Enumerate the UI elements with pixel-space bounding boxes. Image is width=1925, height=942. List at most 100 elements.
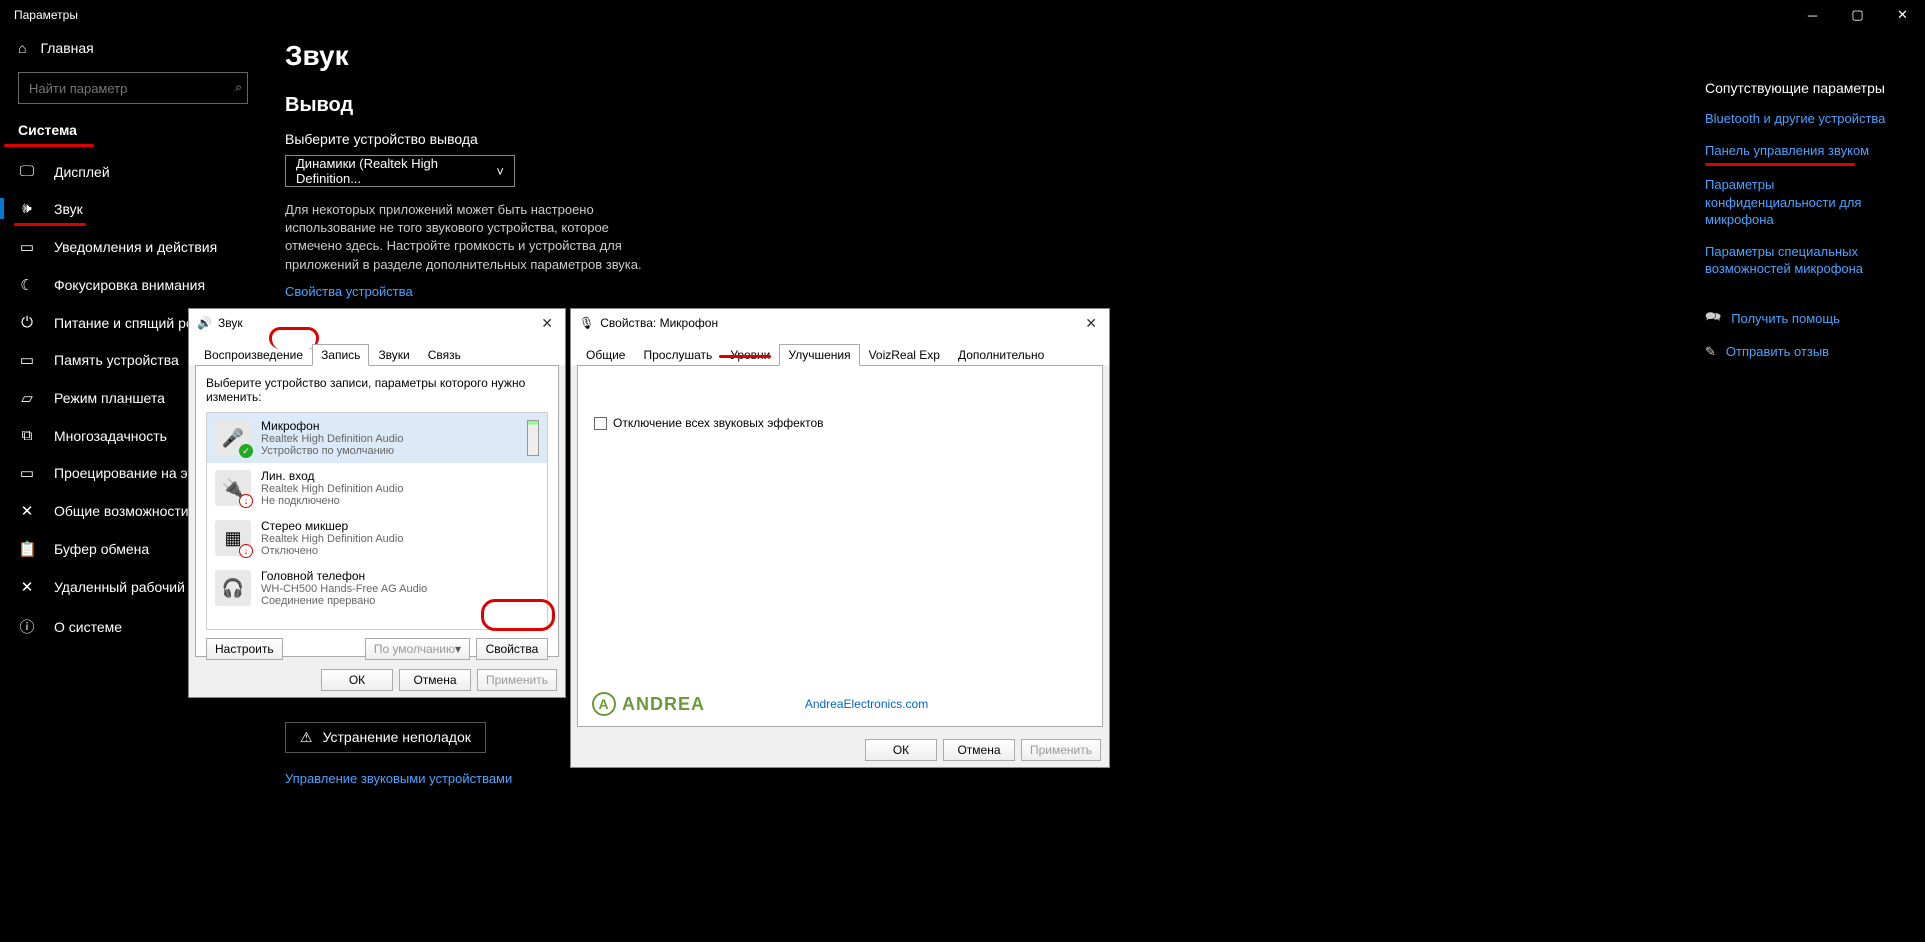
device-properties-link[interactable]: Свойства устройства	[285, 284, 413, 299]
close-button[interactable]: ✕	[1880, 0, 1925, 30]
annotation-underline	[4, 144, 94, 147]
related-link-sound-panel[interactable]: Панель управления звуком	[1705, 142, 1905, 160]
sound-dialog-title: Звук	[218, 316, 243, 330]
stereo-mix-icon: ▦↓	[215, 520, 251, 556]
mic-dialog-close[interactable]: ✕	[1081, 315, 1101, 332]
tab-voizreal[interactable]: VoizReal Exp	[860, 344, 949, 366]
sidebar-item-focus[interactable]: ☾Фокусировка внимания	[0, 266, 268, 304]
line-in-icon: 🔌↓	[215, 470, 251, 506]
tab-communications[interactable]: Связь	[419, 344, 470, 366]
maximize-button[interactable]: ▢	[1835, 0, 1880, 30]
search-input[interactable]	[18, 72, 248, 104]
set-default-button[interactable]: По умолчанию	[365, 638, 470, 660]
multitask-icon: ⧉	[18, 427, 36, 444]
help-icon: 🗪	[1705, 308, 1721, 330]
apply-button[interactable]: Применить	[477, 669, 557, 691]
mic-dialog-tabs: Общие Прослушать Уровни Улучшения VoizRe…	[571, 337, 1109, 365]
disable-effects-checkbox[interactable]	[594, 417, 607, 430]
storage-icon: ▭	[18, 351, 36, 369]
sound-dialog-close[interactable]: ✕	[537, 315, 557, 332]
get-help-link[interactable]: 🗪Получить помощь	[1705, 308, 1905, 330]
chevron-down-icon: ˅	[496, 164, 504, 179]
mic-dialog-panel: Отключение всех звуковых эффектов AANDRE…	[577, 365, 1103, 727]
titlebar: Параметры ─ ▢ ✕	[0, 0, 1925, 30]
related-link-bluetooth[interactable]: Bluetooth и другие устройства	[1705, 110, 1905, 128]
sidebar-item-sound[interactable]: 🕪Звук	[0, 190, 268, 227]
disable-effects-row[interactable]: Отключение всех звуковых эффектов	[594, 416, 1092, 430]
device-stereo-mix[interactable]: ▦↓ Стерео микшерRealtek High Definition …	[207, 513, 547, 563]
recording-device-list: 🎤✓ МикрофонRealtek High Definition Audio…	[206, 412, 548, 630]
device-line-in[interactable]: 🔌↓ Лин. входRealtek High Definition Audi…	[207, 463, 547, 513]
sound-dialog-titlebar[interactable]: 🔊 Звук ✕	[189, 309, 565, 337]
speaker-icon: 🔊	[197, 316, 212, 330]
warning-icon: ⚠	[300, 729, 313, 746]
home-link[interactable]: ⌂ Главная	[0, 30, 268, 66]
window-controls: ─ ▢ ✕	[1790, 0, 1925, 30]
related-panel: Сопутствующие параметры Bluetooth и друг…	[1705, 80, 1905, 360]
mic-dialog-buttons: ОК Отмена Применить	[571, 733, 1109, 767]
tab-advanced[interactable]: Дополнительно	[949, 344, 1053, 366]
sound-dialog: 🔊 Звук ✕ Воспроизведение Запись Звуки Свя…	[188, 308, 566, 698]
output-device-selected: Динамики (Realtek High Definition...	[296, 156, 496, 186]
tab-general[interactable]: Общие	[577, 344, 634, 366]
page-title: Звук	[285, 40, 1185, 72]
disable-effects-label: Отключение всех звуковых эффектов	[613, 416, 824, 430]
properties-button[interactable]: Свойства	[476, 638, 548, 660]
ok-button[interactable]: ОК	[321, 669, 393, 691]
about-icon: ⓘ	[18, 616, 36, 637]
feedback-link[interactable]: ✎Отправить отзыв	[1705, 344, 1905, 360]
cancel-button[interactable]: Отмена	[399, 669, 471, 691]
home-icon: ⌂	[18, 40, 26, 56]
output-description: Для некоторых приложений может быть наст…	[285, 201, 665, 274]
projection-icon: ▭	[18, 464, 36, 482]
output-device-dropdown[interactable]: Динамики (Realtek High Definition... ˅	[285, 155, 515, 187]
microphone-icon: 🎙	[579, 316, 594, 330]
configure-button[interactable]: Настроить	[206, 638, 283, 660]
annotation-underline	[1705, 163, 1855, 166]
apply-button[interactable]: Применить	[1021, 739, 1101, 761]
manage-devices-link[interactable]: Управление звуковыми устройствами	[285, 771, 512, 786]
annotation-underline	[719, 355, 771, 358]
feedback-icon: ✎	[1705, 344, 1716, 360]
device-microphone[interactable]: 🎤✓ МикрофонRealtek High Definition Audio…	[207, 413, 547, 463]
home-label: Главная	[40, 40, 93, 56]
tab-enhancements[interactable]: Улучшения	[779, 344, 859, 366]
window-title: Параметры	[14, 8, 78, 22]
mic-dialog-title: Свойства: Микрофон	[600, 316, 718, 330]
minimize-button[interactable]: ─	[1790, 0, 1835, 30]
output-device-label: Выберите устройство вывода	[285, 131, 1185, 147]
andrea-link[interactable]: AndreaElectronics.com	[805, 697, 928, 711]
related-link-mic-privacy[interactable]: Параметры конфиденциальности для микрофо…	[1705, 176, 1905, 229]
tab-listen[interactable]: Прослушать	[634, 344, 721, 366]
search-icon: ⌕	[235, 80, 242, 95]
power-icon: ⏻	[18, 314, 36, 331]
sound-dialog-tabs: Воспроизведение Запись Звуки Связь	[189, 337, 565, 365]
cancel-button[interactable]: Отмена	[943, 739, 1015, 761]
notifications-icon: ▭	[18, 238, 36, 256]
sound-dialog-buttons: ОК Отмена Применить	[189, 663, 565, 697]
related-link-mic-access[interactable]: Параметры специальных возможностей микро…	[1705, 243, 1905, 278]
related-heading: Сопутствующие параметры	[1705, 80, 1905, 96]
output-heading: Вывод	[285, 94, 1185, 117]
ok-button[interactable]: ОК	[865, 739, 937, 761]
sound-icon: 🕪	[18, 200, 36, 217]
tablet-icon: ▱	[18, 389, 36, 407]
tab-sounds[interactable]: Звуки	[369, 344, 418, 366]
remote-icon: ✕	[18, 578, 36, 596]
sidebar-item-notifications[interactable]: ▭Уведомления и действия	[0, 228, 268, 266]
headset-icon: 🎧	[215, 570, 251, 606]
microphone-icon: 🎤✓	[215, 420, 251, 456]
shared-icon: ✕	[18, 502, 36, 520]
tab-recording[interactable]: Запись	[312, 344, 369, 366]
mic-dialog-titlebar[interactable]: 🎙 Свойства: Микрофон ✕	[571, 309, 1109, 337]
annotation-circle	[481, 599, 555, 631]
troubleshoot-button[interactable]: ⚠ Устранение неполадок	[285, 722, 486, 753]
andrea-logo: AANDREA	[592, 692, 705, 716]
sidebar-item-display[interactable]: 🖵Дисплей	[0, 153, 268, 190]
display-icon: 🖵	[18, 163, 36, 180]
recording-instructions: Выберите устройство записи, параметры ко…	[206, 376, 548, 404]
level-meter	[527, 420, 539, 456]
mic-properties-dialog: 🎙 Свойства: Микрофон ✕ Общие Прослушать У…	[570, 308, 1110, 768]
focus-icon: ☾	[18, 276, 36, 294]
clipboard-icon: 📋	[18, 540, 36, 558]
